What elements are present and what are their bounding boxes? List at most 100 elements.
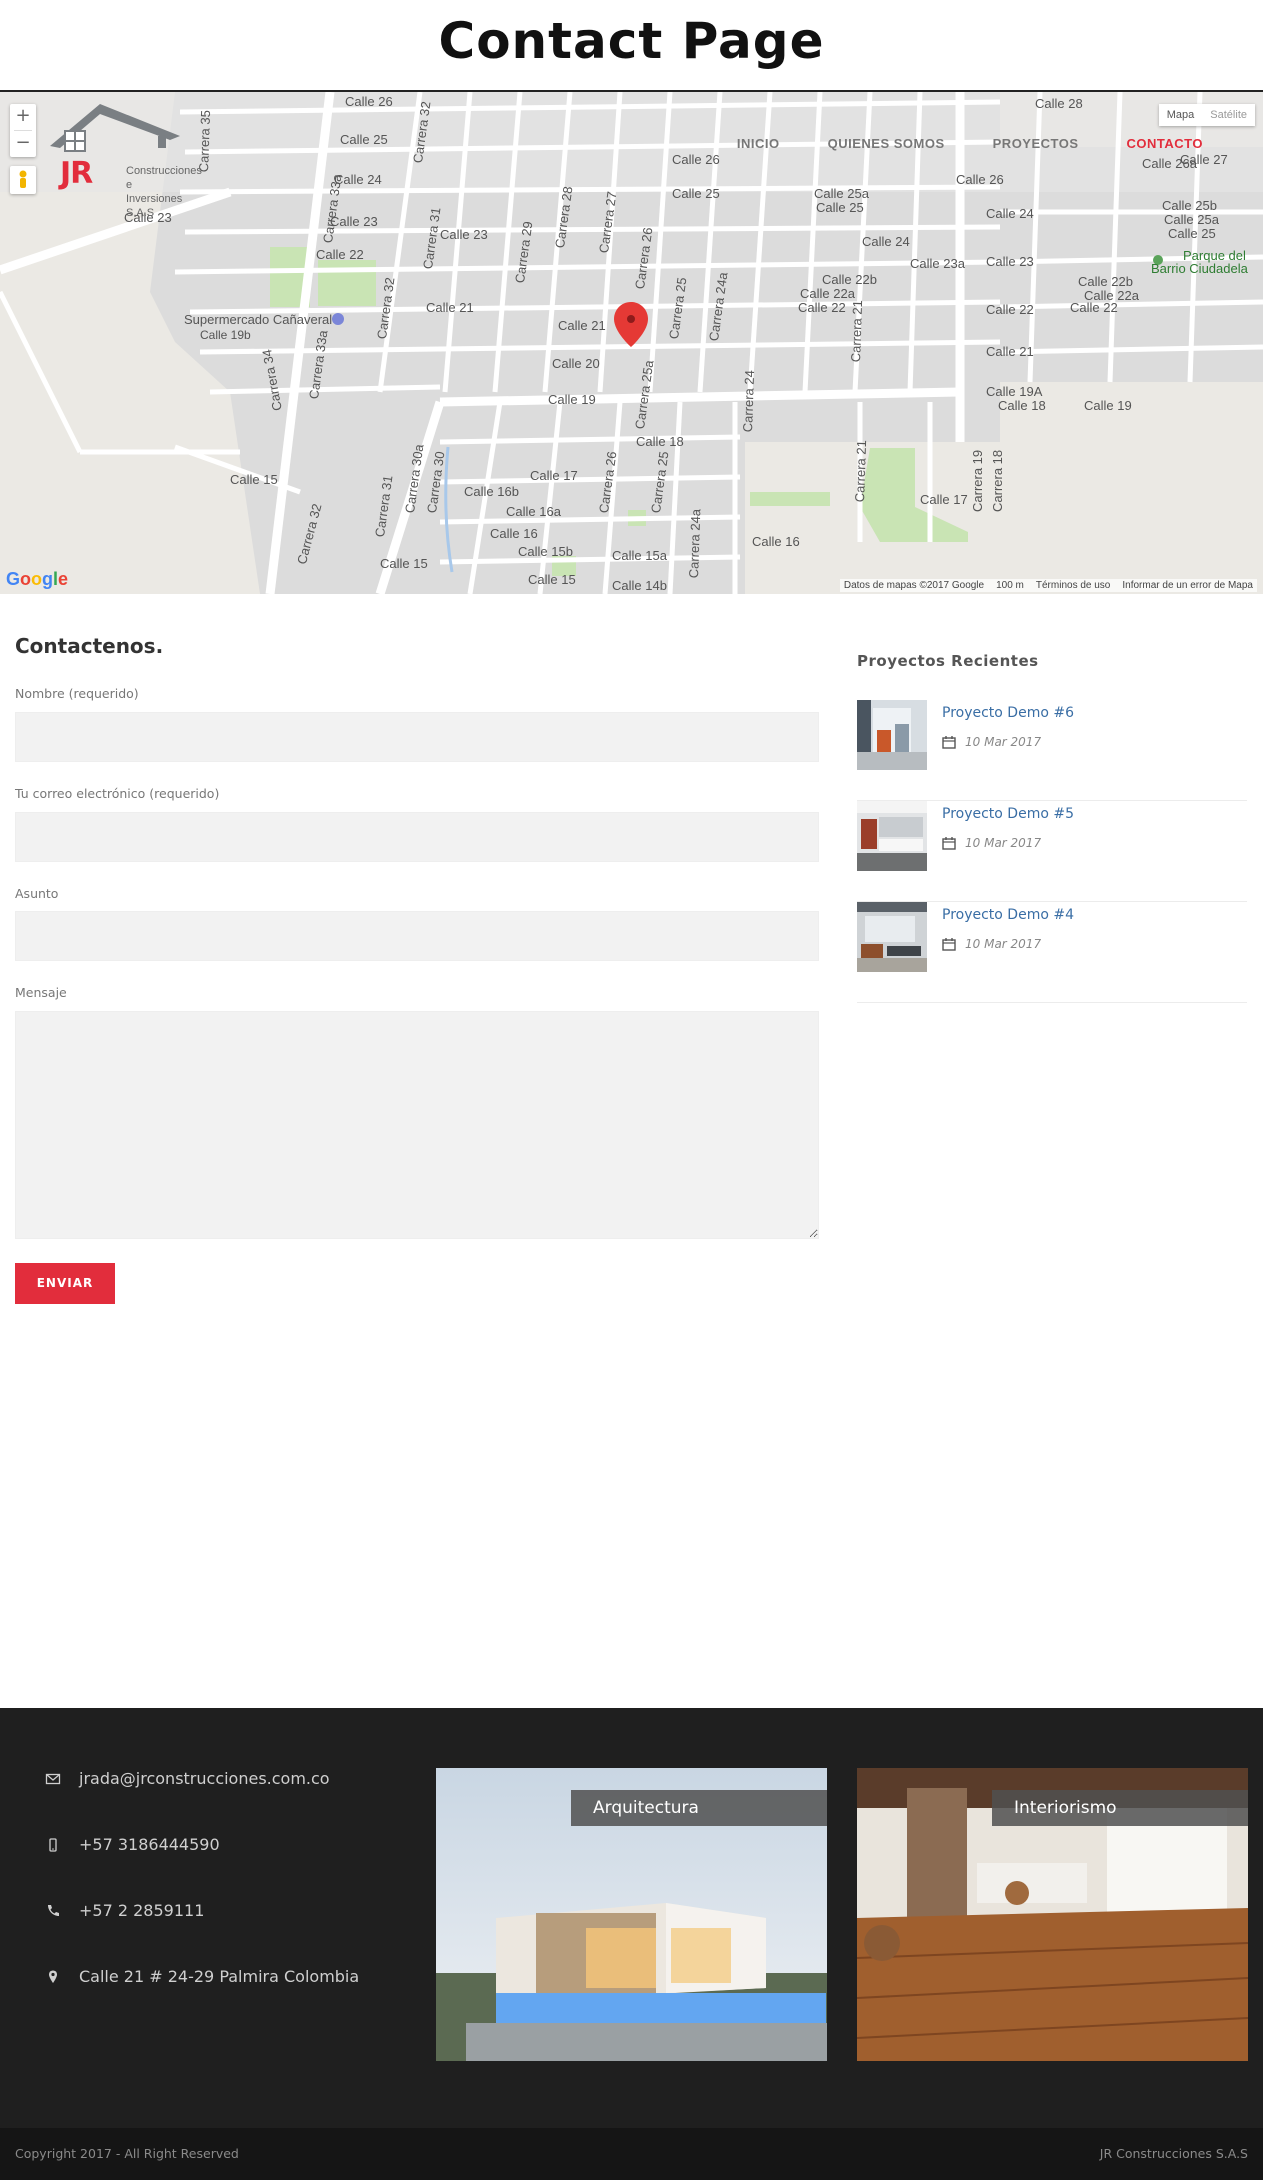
map-report-link[interactable]: Informar de un error de Mapa [1122, 580, 1253, 591]
map-street-label: Calle 16b [464, 484, 519, 499]
site-logo[interactable]: JR Construcciones e Inversiones S.A.S [30, 96, 202, 219]
map-street-label: Calle 22 [798, 300, 846, 315]
map-street-label: Calle 25 [816, 200, 864, 215]
nav-item-proyectos[interactable]: PROYECTOS [993, 136, 1079, 151]
map-street-label: Carrera 24 [740, 369, 758, 433]
copyright-text: Copyright 2017 - All Right Reserved [15, 2146, 239, 2161]
map-street-label: Calle 23 [986, 254, 1034, 269]
map-data-credit: Datos de mapas ©2017 Google [843, 580, 985, 591]
project-thumbnail[interactable] [857, 801, 927, 871]
recent-project-link[interactable]: Proyecto Demo #4 [942, 907, 1074, 923]
map-street-label: Calle 25a [1164, 212, 1219, 227]
house-roof-icon [50, 104, 180, 152]
email-input[interactable] [15, 812, 819, 862]
google-logo[interactable]: Google [6, 569, 68, 590]
map-street-label: Calle 15 [528, 572, 576, 587]
map-street-label: Calle 24 [862, 234, 910, 249]
map-street-label: Calle 19 [1084, 398, 1132, 413]
nav-item-quienes-somos[interactable]: QUIENES SOMOS [828, 136, 945, 151]
map-street-label: Carrera 21 [852, 439, 870, 503]
map-street-label: Calle 25a [814, 186, 869, 201]
google-map[interactable]: Supermercado Cañaveral Calle 19b Parque … [0, 92, 1263, 594]
recent-project-item: Proyecto Demo #4 10 Mar 2017 [857, 902, 1247, 1003]
map-street-label: Calle 21 [426, 300, 474, 315]
footer-contact-address: Calle 21 # 24-29 Palmira Colombia [45, 1967, 359, 1986]
map-street-label: Calle 17 [920, 492, 968, 507]
recent-project-item: Proyecto Demo #6 10 Mar 2017 [857, 700, 1247, 801]
name-input[interactable] [15, 712, 819, 762]
recent-project-link[interactable]: Proyecto Demo #5 [942, 806, 1074, 822]
logo-tagline: Construcciones e Inversiones S.A.S [126, 164, 202, 220]
bottom-bar: Copyright 2017 - All Right Reserved JR C… [0, 2128, 1263, 2180]
map-street-label: Calle 19 [548, 392, 596, 407]
map-street-label: Calle 24 [986, 206, 1034, 221]
logo-tagline-line1: Construcciones e [126, 165, 202, 191]
phone-icon [48, 1904, 59, 1916]
map-street-label: Calle 25 [340, 132, 388, 147]
map-street-label: Calle 18 [636, 434, 684, 449]
map-street-label: Carrera 19 [970, 449, 985, 512]
title-bar: Contact Page [0, 0, 1263, 92]
map-type-map-button[interactable]: Mapa [1159, 104, 1203, 126]
map-street-label: Calle 26 [956, 172, 1004, 187]
map-type-control: Mapa Satélite [1158, 104, 1255, 126]
map-street-label: Calle 19b [200, 328, 251, 342]
name-label: Nombre (requerido) [15, 686, 139, 701]
page-title: Contact Page [438, 12, 825, 70]
map-street-label: Calle 25 [1168, 226, 1216, 241]
nav-item-inicio[interactable]: INICIO [737, 136, 780, 151]
nav-item-contacto[interactable]: CONTACTO [1127, 136, 1203, 151]
company-name: JR Construcciones S.A.S [1099, 2146, 1248, 2161]
map-street-label: Calle 15 [380, 556, 428, 571]
calendar-icon [942, 837, 956, 850]
promo-arquitectura[interactable]: Arquitectura [436, 1768, 827, 2061]
sidebar-title: Proyectos Recientes [857, 652, 1039, 670]
map-street-label: Calle 25b [1162, 198, 1217, 213]
contact-heading: Contactenos. [15, 634, 164, 658]
footer-contact-phone: +57 2 2859111 [45, 1901, 204, 1920]
subject-input[interactable] [15, 911, 819, 961]
map-street-label: Calle 22 [1070, 300, 1118, 315]
calendar-icon [942, 736, 956, 749]
map-street-label: Calle 26a [1142, 156, 1197, 171]
recent-project-link[interactable]: Proyecto Demo #6 [942, 705, 1074, 721]
map-street-label: Calle 20 [552, 356, 600, 371]
footer-address-text: Calle 21 # 24-29 Palmira Colombia [79, 1967, 360, 1986]
footer-contact-email: jrada@jrconstrucciones.com.co [45, 1769, 330, 1788]
footer-email-text[interactable]: jrada@jrconstrucciones.com.co [79, 1769, 330, 1788]
map-poi-label: Supermercado Cañaveral [184, 312, 333, 327]
subject-label: Asunto [15, 886, 59, 901]
footer-contact-mobile: +57 3186444590 [45, 1835, 220, 1854]
message-textarea[interactable] [15, 1011, 819, 1239]
recent-project-date: 10 Mar 2017 [965, 735, 1042, 749]
map-street-label: Carrera 18 [990, 449, 1005, 512]
map-street-label: Carrera 24a [686, 508, 704, 579]
map-street-label: Calle 21 [558, 318, 606, 333]
map-scale[interactable]: 100 m [996, 580, 1024, 591]
map-street-label: Calle 17 [530, 468, 578, 483]
message-label: Mensaje [15, 985, 67, 1000]
promo-label: Interiorismo [992, 1790, 1248, 1826]
map-street-label: Calle 22b [1078, 274, 1133, 289]
map-street-label: Calle 25 [672, 186, 720, 201]
footer-mobile-text: +57 3186444590 [79, 1835, 220, 1854]
map-street-label: Calle 21 [986, 344, 1034, 359]
map-poi-label: Barrio Ciudadela [1151, 261, 1248, 276]
map-street-label: Calle 22b [822, 272, 877, 287]
map-street-label: Calle 23a [910, 256, 965, 271]
submit-button[interactable]: ENVIAR [15, 1263, 115, 1304]
map-marker-icon [49, 1970, 57, 1983]
map-street-label: Calle 22 [316, 247, 364, 262]
map-street-label: Calle 19A [986, 384, 1043, 399]
map-street-label: Calle 16a [506, 504, 561, 519]
project-thumbnail[interactable] [857, 902, 927, 972]
footer-phone-text: +57 2 2859111 [79, 1901, 205, 1920]
map-type-satellite-button[interactable]: Satélite [1202, 104, 1255, 126]
map-street-label: Calle 23 [440, 227, 488, 242]
map-terms-link[interactable]: Términos de uso [1036, 580, 1110, 591]
project-thumbnail[interactable] [857, 700, 927, 770]
envelope-icon [45, 1773, 61, 1784]
promo-interiorismo[interactable]: Interiorismo [857, 1768, 1248, 2061]
map-street-label: Calle 26 [345, 94, 393, 109]
map-street-label: Calle 28 [1035, 96, 1083, 111]
